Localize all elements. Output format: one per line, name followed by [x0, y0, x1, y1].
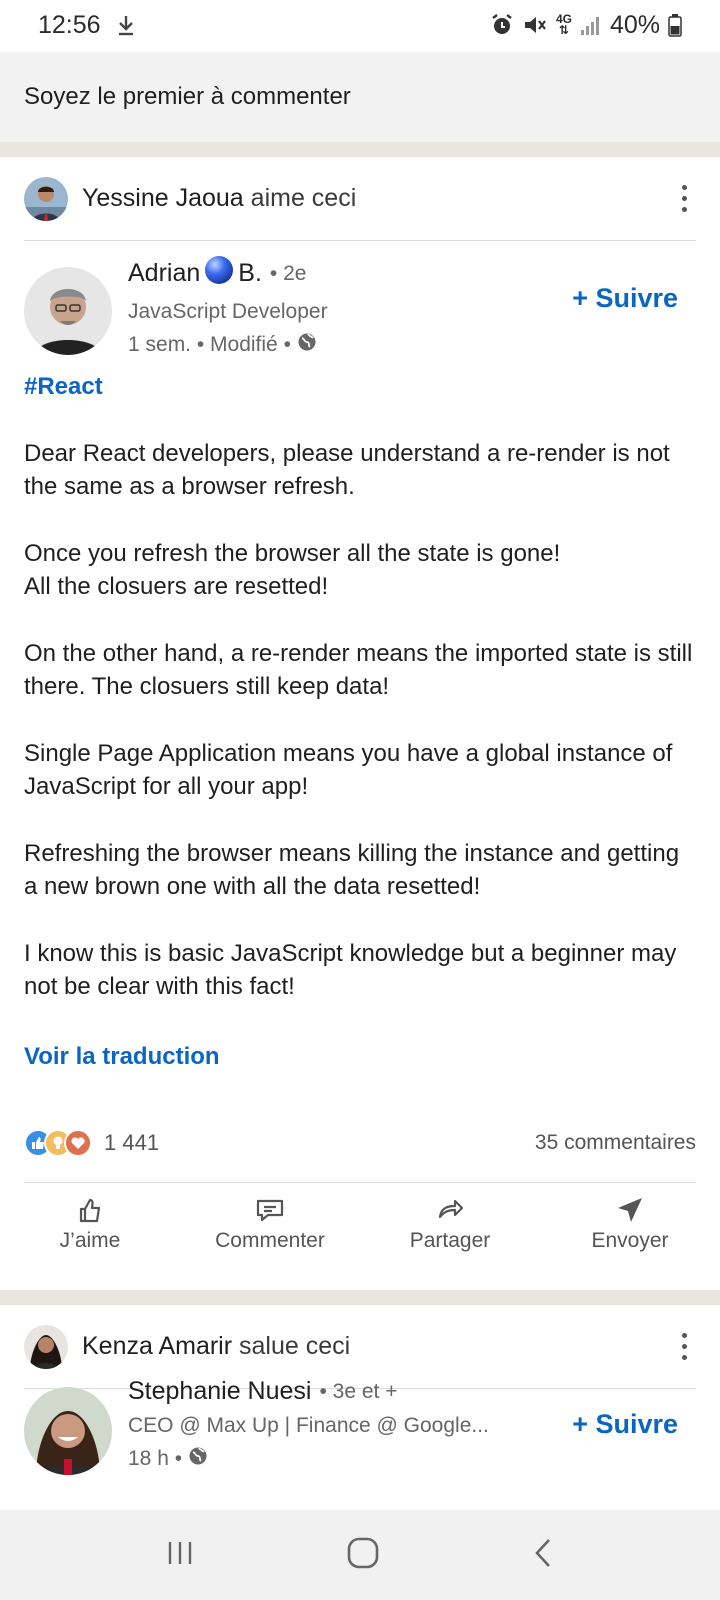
actor-text: Kenza Amarir salue ceci [82, 1332, 350, 1361]
system-nav-bar [0, 1510, 720, 1600]
reactions-summary[interactable] [24, 1128, 92, 1157]
connection-degree: • 3e et + [319, 1379, 398, 1403]
share-arrow-icon [438, 1199, 464, 1219]
globe-icon [297, 332, 317, 358]
battery-icon [668, 13, 682, 37]
actor-avatar[interactable] [24, 1324, 68, 1369]
mute-icon [522, 13, 548, 37]
author-avatar[interactable] [24, 267, 112, 355]
send-button[interactable]: Envoyer [540, 1183, 720, 1265]
post-paragraph: Dear React developers, please understand… [24, 440, 670, 500]
post-time-text: 18 h • [128, 1447, 183, 1470]
author-name: Stephanie Nuesi [128, 1377, 312, 1405]
love-reaction-icon [64, 1128, 92, 1157]
follow-button[interactable]: + Suivre [572, 283, 678, 314]
first-comment-prompt[interactable]: Soyez le premier à commenter [0, 52, 720, 142]
post-actions-bar: J’aime Commenter Partager Envoyer [0, 1183, 720, 1265]
author-first-name: Adrian [128, 259, 201, 287]
actor-avatar[interactable] [24, 176, 68, 221]
actor-name[interactable]: Yessine Jaoua [82, 184, 244, 212]
home-icon[interactable] [346, 1536, 380, 1575]
reaction-count[interactable]: 1 441 [104, 1130, 159, 1156]
actor-action: aime ceci [243, 184, 357, 212]
download-icon [117, 14, 135, 36]
post-time: 18 h • [128, 1446, 489, 1472]
share-button[interactable]: Partager [360, 1183, 540, 1265]
social-counts-row: 1 441 35 commentaires [24, 1121, 696, 1183]
recent-apps-icon[interactable] [165, 1538, 195, 1573]
feed-post-card: Kenza Amarir salue ceci Stephanie Nuesi … [0, 1305, 720, 1510]
post-paragraph: Single Page Application means you have a… [24, 740, 673, 800]
comment-count[interactable]: 35 commentaires [535, 1131, 696, 1155]
back-icon[interactable] [531, 1537, 555, 1574]
send-label: Envoyer [591, 1229, 669, 1252]
status-time: 12:56 [38, 10, 101, 39]
author-last-name: B. [238, 259, 262, 287]
author-name-line: Adrian B. • 2e [128, 255, 328, 292]
battery-percent: 40% [609, 10, 660, 39]
comment-icon [256, 1199, 284, 1222]
post-body: Dear React developers, please understand… [24, 437, 696, 1037]
see-translation-link[interactable]: Voir la traduction [24, 1043, 220, 1071]
share-label: Partager [409, 1229, 491, 1252]
alarm-icon [490, 13, 514, 37]
more-options-icon[interactable] [672, 1327, 696, 1367]
comment-button[interactable]: Commenter [180, 1183, 360, 1265]
actor-name[interactable]: Kenza Amarir [82, 1332, 232, 1360]
like-button[interactable]: J’aime [0, 1183, 180, 1265]
thumbs-up-icon [79, 1198, 101, 1223]
feed-separator [0, 142, 720, 157]
post-time: 1 sem. • Modifié • [128, 332, 328, 358]
actor-action: salue ceci [232, 1332, 351, 1360]
post-paragraph: Once you refresh the browser all the sta… [24, 540, 561, 600]
actor-text: Yessine Jaoua aime ceci [82, 184, 356, 213]
signal-icon [580, 14, 602, 36]
hashtag-link[interactable]: #React [24, 373, 103, 401]
feed-post-card: Yessine Jaoua aime ceci Adrian B. • 2e J… [0, 157, 720, 1290]
network-type-icon: 4G ⇅ [555, 12, 572, 37]
send-icon [618, 1198, 642, 1222]
author-headline: JavaScript Developer [128, 300, 328, 323]
network-label: 4G [555, 12, 572, 26]
feed-separator [0, 1290, 720, 1305]
post-paragraph: I know this is basic JavaScript knowledg… [24, 940, 677, 1000]
post-time-text: 1 sem. • Modifié • [128, 333, 291, 356]
connection-degree: • 2e [269, 261, 307, 285]
post-paragraph: Refreshing the browser means killing the… [24, 840, 680, 900]
globe-icon [188, 1446, 208, 1472]
author-headline: CEO @ Max Up | Finance @ Google... [128, 1414, 489, 1437]
post-paragraph: On the other hand, a re-render means the… [24, 640, 693, 700]
comment-label: Commenter [215, 1229, 325, 1252]
author-avatar[interactable] [24, 1387, 112, 1475]
like-label: J’aime [59, 1229, 121, 1252]
follow-button[interactable]: + Suivre [572, 1409, 678, 1440]
author-name-line: Stephanie Nuesi • 3e et + [128, 1377, 489, 1406]
blue-ball-icon [204, 255, 234, 292]
social-actor-row[interactable]: Yessine Jaoua aime ceci [24, 157, 696, 241]
more-options-icon[interactable] [672, 179, 696, 219]
status-bar: 12:56 4G ⇅ 40% [0, 0, 720, 50]
first-comment-text: Soyez le premier à commenter [24, 83, 351, 110]
